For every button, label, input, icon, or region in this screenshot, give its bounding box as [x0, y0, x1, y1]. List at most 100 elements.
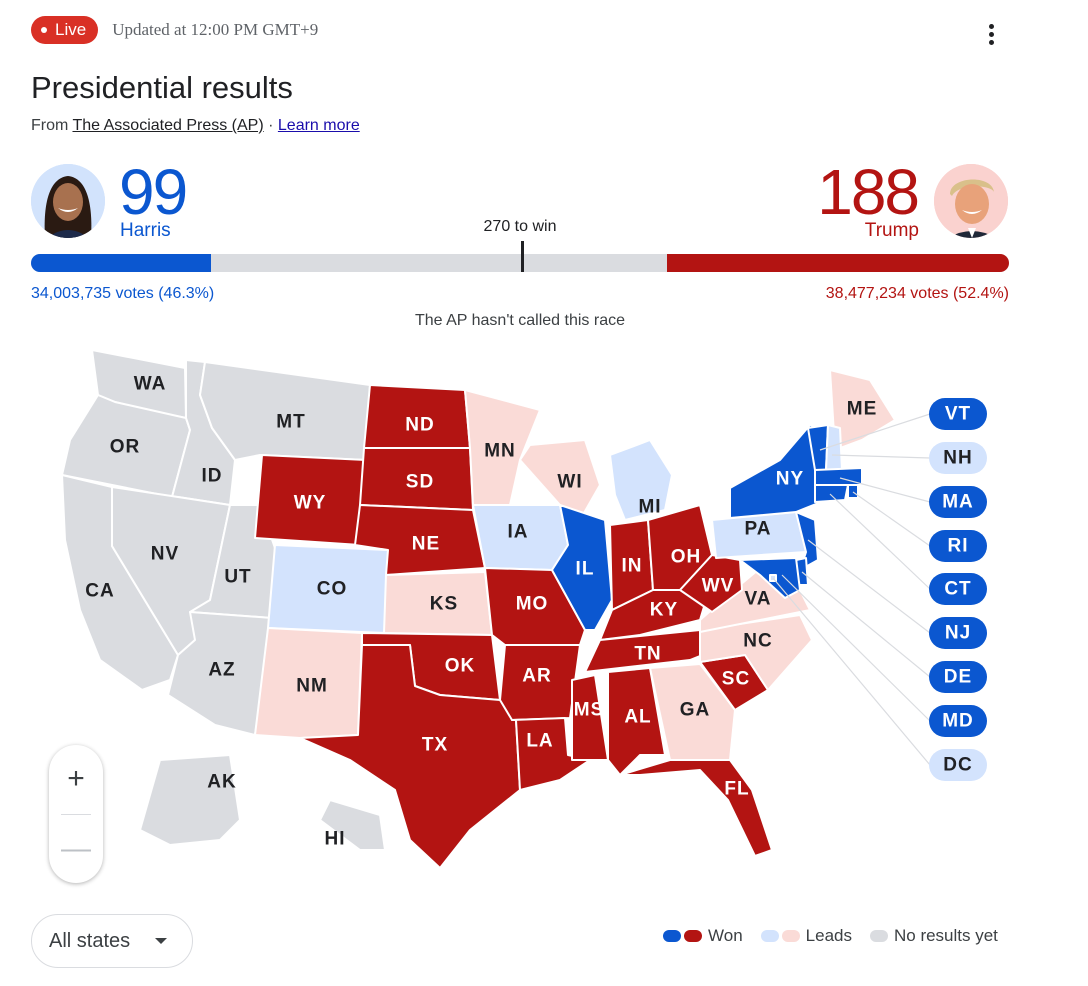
trump-avatar [934, 164, 1008, 238]
zoom-out-button[interactable]: — [49, 815, 103, 883]
state-label-az: AZ [208, 660, 235, 681]
more-options-button[interactable] [978, 20, 1004, 48]
state-label-nm: NM [296, 676, 328, 697]
us-map-svg[interactable]: WA OR CA ID NV MT UT AZ WY CO NM ND SD NE KS OK TX MN IA MO… [0, 330, 1088, 890]
map-zoom-control: + — [49, 745, 103, 883]
state-label-id: ID [202, 466, 223, 487]
small-state-pill-de[interactable]: DE [929, 661, 987, 693]
separator: · [263, 117, 278, 134]
trump-progress-fill [667, 254, 1009, 272]
harris-avatar [31, 164, 105, 238]
state-label-mi: MI [638, 497, 661, 518]
state-ct[interactable] [814, 484, 849, 503]
state-label-mt: MT [276, 412, 305, 433]
state-label-tn: TN [634, 644, 661, 665]
more-vert-icon [988, 23, 994, 29]
pill-label-md: MD [942, 711, 974, 732]
pill-label-ri: RI [948, 536, 969, 557]
map-legend: Won Leads No results yet [663, 926, 998, 946]
pill-label-de: DE [944, 667, 972, 688]
learn-more-link[interactable]: Learn more [278, 117, 360, 134]
live-dot-icon [41, 27, 47, 33]
leader-line-ri [852, 491, 931, 547]
results-map[interactable]: WA OR CA ID NV MT UT AZ WY CO NM ND SD NE KS OK TX MN IA MO… [0, 330, 1088, 890]
pill-label-dc: DC [943, 755, 972, 776]
more-vert-icon-dot [988, 31, 994, 37]
legend-no-results-label: No results yet [893, 926, 998, 945]
state-label-nc: NC [743, 631, 772, 652]
harris-progress-fill [31, 254, 211, 272]
rep-won-swatch [684, 930, 702, 942]
harris-portrait-icon [31, 164, 105, 238]
small-state-pill-nj[interactable]: NJ [929, 617, 987, 649]
state-label-nv: NV [151, 544, 179, 565]
electoral-progress-bar [31, 241, 1009, 272]
small-state-pill-vt[interactable]: VT [929, 398, 987, 430]
state-label-mn: MN [484, 441, 516, 462]
state-label-ne: NE [412, 534, 440, 555]
state-fl[interactable] [619, 759, 773, 857]
page-title: Presidential results [31, 70, 293, 105]
state-label-pa: PA [745, 519, 772, 540]
live-badge: Live [31, 16, 99, 44]
small-state-pill-dc[interactable]: DC [929, 749, 987, 781]
trump-electoral-votes: 188 [817, 156, 920, 228]
state-label-sc: SC [722, 669, 750, 690]
small-state-pill-nh[interactable]: NH [929, 442, 987, 474]
harris-electoral-votes: 99 [119, 156, 188, 228]
leader-line-ct [829, 493, 931, 590]
state-label-ks: KS [430, 594, 458, 615]
more-vert-icon-dot [988, 39, 994, 45]
state-label-sd: SD [406, 472, 434, 493]
dem-won-swatch [663, 930, 681, 942]
small-state-pill-ri[interactable]: RI [929, 530, 987, 562]
harris-name: Harris [120, 220, 171, 241]
state-label-la: LA [526, 731, 553, 752]
small-state-pill-md[interactable]: MD [929, 705, 987, 737]
rep-leads-swatch [781, 930, 800, 942]
state-label-ut: UT [224, 567, 251, 588]
state-label-wy: WY [294, 493, 327, 514]
state-label-ky: KY [650, 600, 678, 621]
leader-line-dc [772, 577, 931, 766]
small-state-pill-ma[interactable]: MA [929, 486, 987, 518]
dem-leads-swatch [760, 930, 779, 942]
state-ak[interactable] [139, 754, 241, 846]
leader-line-nh [831, 454, 931, 459]
legend-won-label: Won [708, 926, 743, 945]
state-label-mo: MO [516, 594, 549, 615]
legend-no-results: No results yet [869, 926, 998, 946]
leader-line-de [801, 571, 931, 678]
ap-link[interactable]: The Associated Press (AP) [72, 117, 263, 134]
state-label-tx: TX [422, 735, 448, 756]
state-label-al: AL [624, 707, 651, 728]
state-label-ms: MS [574, 700, 605, 721]
zoom-in-button[interactable]: + [49, 745, 103, 813]
source-prefix: From [31, 117, 73, 134]
state-label-va: VA [745, 589, 772, 610]
state-label-ok: OK [445, 656, 476, 677]
legend-won: Won [663, 926, 743, 946]
state-label-in: IN [622, 556, 643, 577]
state-label-wa: WA [134, 374, 167, 395]
state-label-ak: AK [207, 772, 236, 793]
status-row: Live Updated at 12:00 PM GMT+9 [31, 16, 318, 44]
race-status: The AP hasn't called this race [415, 312, 625, 329]
state-label-oh: OH [671, 547, 702, 568]
legend-leads-label: Leads [805, 926, 852, 945]
state-label-hi: HI [325, 829, 346, 850]
trump-portrait-icon [934, 164, 1008, 238]
source-line: From The Associated Press (AP) · Learn m… [31, 117, 360, 135]
state-label-or: OR [110, 437, 141, 458]
no-results-swatch [869, 930, 888, 942]
pill-label-ma: MA [942, 492, 974, 513]
state-filter-dropdown[interactable]: All states [31, 914, 193, 968]
updated-timestamp: Updated at 12:00 PM GMT+9 [112, 20, 319, 39]
state-ri[interactable] [847, 484, 859, 499]
pill-label-nj: NJ [945, 623, 971, 644]
small-state-pill-ct[interactable]: CT [929, 573, 987, 605]
state-label-wi: WI [557, 472, 582, 493]
state-label-ny: NY [776, 469, 804, 490]
state-label-nd: ND [405, 415, 434, 436]
to-win-label: 270 to win [483, 218, 557, 235]
